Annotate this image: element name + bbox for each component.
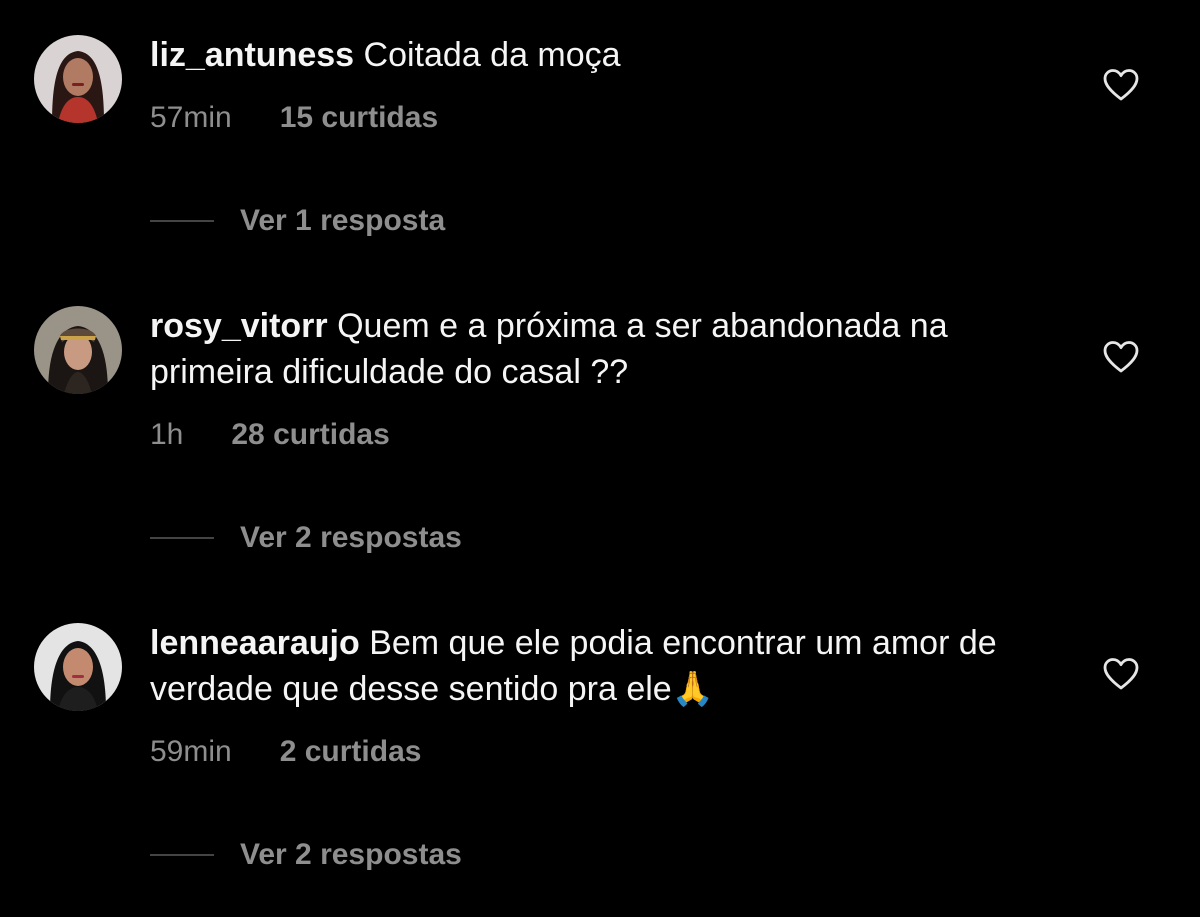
comment-meta: 59min 2 curtidas [150,735,421,769]
comment-likes[interactable]: 2 curtidas [280,735,422,769]
comment-item: lenneaaraujo Bem que ele podia encontrar… [0,0,1200,917]
view-replies-button[interactable]: Ver 2 respostas [150,838,462,872]
avatar[interactable] [34,623,122,711]
comment-username[interactable]: lenneaaraujo [150,624,360,662]
replies-divider [150,854,214,856]
view-replies-label: Ver 2 respostas [240,838,462,871]
heart-outline-icon[interactable] [1103,657,1139,691]
comment-time: 59min [150,735,232,768]
comment-text: lenneaaraujo Bem que ele podia encontrar… [150,620,1030,712]
